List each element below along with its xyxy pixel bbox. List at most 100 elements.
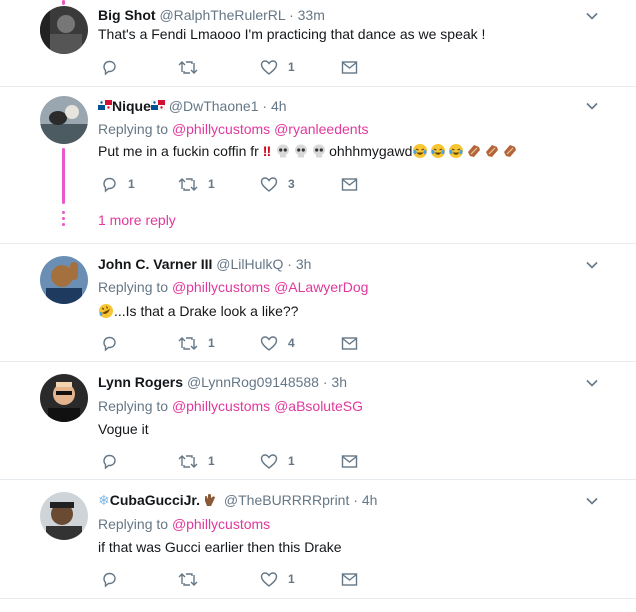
- retweet-icon: [178, 572, 198, 586]
- coffin-emoji-icon: [484, 143, 500, 159]
- replying-to-prefix: Replying to: [98, 516, 169, 532]
- user-handle[interactable]: @LilHulkQ: [216, 256, 283, 272]
- like-count: 1: [288, 60, 295, 74]
- reply-icon: [103, 60, 116, 75]
- retweet-button[interactable]: [178, 569, 198, 589]
- tweet-1[interactable]: Big Shot @RalphTheRulerRL · 33m That's a…: [0, 0, 636, 87]
- tweet-4[interactable]: Lynn Rogers @LynnRog09148588 · 3h Replyi…: [0, 362, 636, 480]
- replying-to: Replying to @phillycustoms: [98, 515, 270, 533]
- retweet-icon: [178, 454, 198, 468]
- avatar[interactable]: [40, 96, 88, 144]
- direct-message-button[interactable]: [341, 333, 358, 353]
- reply-button[interactable]: 1: [101, 174, 135, 194]
- avatar[interactable]: [40, 492, 88, 540]
- retweet-icon: [178, 60, 198, 74]
- like-count: 1: [288, 454, 295, 468]
- user-handle[interactable]: @DwThaone1: [169, 98, 259, 114]
- reply-icon: [103, 177, 116, 192]
- timestamp[interactable]: 33m: [298, 7, 325, 23]
- like-button[interactable]: 1: [260, 57, 295, 77]
- reply-icon: [103, 454, 116, 469]
- envelope-icon: [341, 454, 358, 468]
- envelope-icon: [341, 572, 358, 586]
- retweet-icon: [178, 177, 198, 191]
- like-button[interactable]: 1: [260, 569, 295, 589]
- retweet-button[interactable]: 1: [178, 174, 215, 194]
- timestamp[interactable]: 4h: [362, 492, 378, 508]
- tweet-text-mid: ohhhmygawd: [329, 143, 413, 159]
- more-replies-dots: [62, 211, 65, 229]
- mention-link[interactable]: @ALawyerDog: [274, 279, 368, 295]
- skull-emoji-icon: [293, 143, 309, 159]
- reply-button[interactable]: [101, 333, 118, 353]
- like-count: 4: [288, 336, 295, 350]
- retweet-button[interactable]: 1: [178, 333, 215, 353]
- chevron-down-icon[interactable]: [585, 494, 599, 508]
- like-button[interactable]: 4: [260, 333, 295, 353]
- skull-emoji-icon: [275, 143, 291, 159]
- mention-link[interactable]: @ryanleedents: [274, 121, 368, 137]
- tweet-header: Nique @DwThaone1 · 4h: [97, 96, 287, 115]
- retweet-button[interactable]: 1: [178, 451, 215, 471]
- heart-icon: [260, 571, 278, 587]
- direct-message-button[interactable]: [341, 451, 358, 471]
- envelope-icon: [341, 336, 358, 350]
- timestamp[interactable]: 3h: [331, 374, 347, 390]
- tweet-header: ❄CubaGucciJr. @TheBURRRRprint · 4h: [98, 491, 377, 509]
- timestamp[interactable]: 4h: [271, 98, 287, 114]
- replying-to-prefix: Replying to: [98, 121, 169, 137]
- mention-link[interactable]: @phillycustoms: [172, 279, 270, 295]
- mention-link[interactable]: @phillycustoms: [172, 398, 270, 414]
- display-name[interactable]: CubaGucciJr.: [110, 492, 200, 508]
- display-name[interactable]: Big Shot: [98, 7, 156, 23]
- avatar[interactable]: [40, 6, 88, 54]
- tears-of-joy-emoji-icon: [412, 143, 428, 159]
- chevron-down-icon[interactable]: [585, 99, 599, 113]
- reply-count: 1: [128, 177, 135, 191]
- hand-emoji-icon: [202, 492, 218, 508]
- chevron-down-icon[interactable]: [585, 376, 599, 390]
- retweet-button[interactable]: [178, 57, 198, 77]
- like-count: 1: [288, 572, 295, 586]
- direct-message-button[interactable]: [341, 174, 358, 194]
- user-handle[interactable]: @TheBURRRRprint: [224, 492, 349, 508]
- direct-message-button[interactable]: [341, 569, 358, 589]
- double-exclamation-emoji-icon: ‼: [262, 143, 272, 159]
- like-button[interactable]: 3: [260, 174, 295, 194]
- thread-line: [62, 0, 65, 5]
- separator-dot: ·: [262, 98, 268, 114]
- replying-to: Replying to @phillycustoms @aBsoluteSG: [98, 397, 363, 415]
- chevron-down-icon[interactable]: [585, 258, 599, 272]
- mention-link[interactable]: @phillycustoms: [172, 516, 270, 532]
- replying-to: Replying to @phillycustoms @ALawyerDog: [98, 278, 368, 296]
- display-name[interactable]: John C. Varner III: [98, 256, 212, 272]
- more-replies-link[interactable]: 1 more reply: [98, 212, 176, 228]
- user-handle[interactable]: @RalphTheRulerRL: [159, 7, 285, 23]
- tweet-3[interactable]: John C. Varner III @LilHulkQ · 3h Replyi…: [0, 244, 636, 362]
- direct-message-button[interactable]: [341, 57, 358, 77]
- mention-link[interactable]: @aBsoluteSG: [274, 398, 363, 414]
- avatar[interactable]: [40, 374, 88, 422]
- separator-dot: ·: [289, 7, 294, 23]
- replying-to-prefix: Replying to: [98, 279, 169, 295]
- coffin-emoji-icon: [466, 143, 482, 159]
- like-button[interactable]: 1: [260, 451, 295, 471]
- envelope-icon: [341, 60, 358, 74]
- replying-to: Replying to @phillycustoms @ryanleedents: [98, 120, 368, 138]
- user-handle[interactable]: @LynnRog09148588: [187, 374, 319, 390]
- reply-button[interactable]: [101, 451, 118, 471]
- reply-button[interactable]: [101, 569, 118, 589]
- avatar[interactable]: [40, 256, 88, 304]
- snowflake-icon: ❄: [98, 492, 110, 508]
- tweet-header: John C. Varner III @LilHulkQ · 3h: [98, 255, 311, 273]
- mention-link[interactable]: @phillycustoms: [172, 121, 270, 137]
- timestamp[interactable]: 3h: [296, 256, 312, 272]
- display-name[interactable]: Lynn Rogers: [98, 374, 183, 390]
- reply-button[interactable]: [101, 57, 118, 77]
- tweet-5[interactable]: ❄CubaGucciJr. @TheBURRRRprint · 4h Reply…: [0, 480, 636, 599]
- panama-flag-icon: [97, 96, 113, 111]
- tweet-header: Lynn Rogers @LynnRog09148588 · 3h: [98, 373, 347, 391]
- chevron-down-icon[interactable]: [585, 9, 599, 23]
- tweet-2[interactable]: Nique @DwThaone1 · 4h Replying to @phill…: [0, 87, 636, 244]
- display-name[interactable]: Nique: [112, 98, 151, 114]
